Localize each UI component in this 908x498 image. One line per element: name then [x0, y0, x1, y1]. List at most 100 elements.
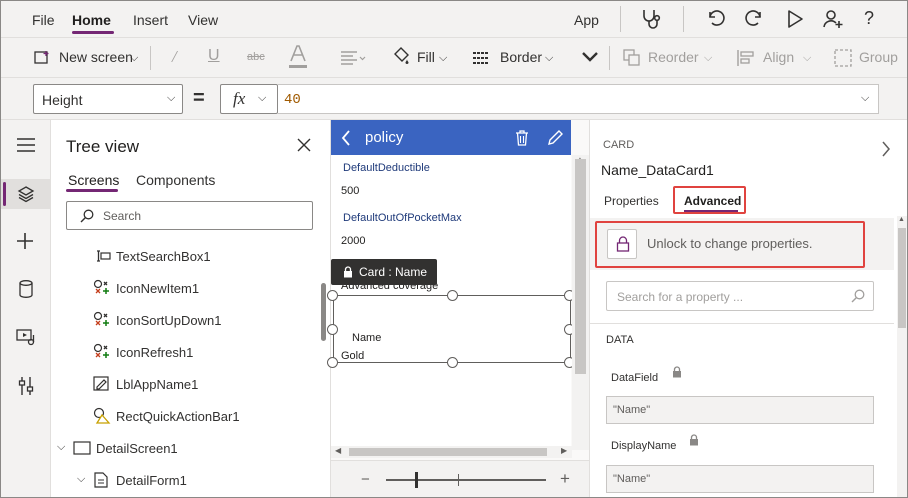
formula-input[interactable]: 40 ⌵ [278, 84, 879, 114]
field-label-defaultdeductible: DefaultDeductible [343, 162, 430, 174]
tree-item-label: DetailScreen1 [96, 441, 178, 456]
datafield-input[interactable]: "Name" [606, 396, 874, 424]
tree-item-textsearchbox1[interactable]: TextSearchBox1 [51, 246, 319, 268]
chevron-down-icon[interactable]: ⌵ [77, 473, 85, 486]
underline-icon[interactable]: U [208, 47, 220, 65]
tree-view-rail-item[interactable] [0, 179, 51, 209]
tree-item-label: LblAppName1 [116, 377, 199, 392]
icon-control-icon [93, 343, 111, 361]
resize-handle[interactable] [447, 290, 458, 301]
zoom-slider-track[interactable] [386, 479, 546, 481]
hamburger-menu-icon[interactable] [17, 138, 35, 152]
tree-search-box[interactable]: Search [66, 201, 313, 230]
resize-handle[interactable] [327, 290, 338, 301]
menu-insert[interactable]: Insert [133, 12, 168, 28]
tab-properties[interactable]: Properties [604, 194, 659, 208]
tab-screens[interactable]: Screens [68, 172, 119, 188]
resize-handle[interactable] [327, 324, 338, 335]
resize-handle[interactable] [447, 357, 458, 368]
tree-item-detailform1[interactable]: ⌵ DetailForm1 [51, 470, 319, 492]
toolbar-divider [609, 46, 610, 70]
expand-formula-chevron-icon[interactable]: ⌵ [861, 92, 869, 105]
tree-item-label: IconSortUpDown1 [116, 313, 222, 328]
canvas-horizontal-scrollbar[interactable]: ◀ ▶ [331, 446, 572, 458]
text-align-icon[interactable] [340, 50, 366, 66]
preview-play-icon[interactable] [786, 9, 804, 29]
help-icon[interactable]: ? [864, 8, 874, 29]
zoom-slider-thumb[interactable] [415, 472, 418, 488]
undo-icon[interactable] [705, 8, 725, 28]
canvas-vertical-scrollbar[interactable]: ▲ [572, 155, 589, 450]
advanced-tools-icon[interactable] [18, 376, 34, 396]
chevron-down-icon: ⌵ [167, 92, 176, 104]
align-button[interactable]: Align [763, 49, 794, 65]
app-checker-icon[interactable] [640, 8, 664, 30]
scrollbar-thumb[interactable] [898, 228, 906, 328]
tree-item-iconnewitem1[interactable]: IconNewItem1 [51, 278, 319, 300]
menu-view[interactable]: View [188, 12, 218, 28]
data-cylinder-icon[interactable] [18, 280, 34, 298]
chevron-down-icon[interactable]: ⌵ [803, 52, 811, 65]
property-search-box[interactable]: Search for a property ... [606, 281, 874, 311]
menu-app[interactable]: App [574, 12, 599, 28]
property-search-placeholder: Search for a property ... [617, 290, 744, 304]
displayname-input[interactable]: "Name" [606, 465, 874, 493]
properties-panel: CARD Name_DataCard1 Properties Advanced … [589, 120, 908, 498]
field-label-defaultoutofpocketmax: DefaultOutOfPocketMax [343, 212, 462, 224]
panel-scrollbar[interactable]: ▲ [897, 216, 907, 498]
share-user-icon[interactable] [822, 8, 844, 30]
fx-button[interactable]: fx ⌵ [220, 84, 278, 114]
border-button[interactable]: Border [500, 49, 542, 65]
back-arrow-icon[interactable] [341, 130, 351, 146]
tree-item-lblappname1[interactable]: LblAppName1 [51, 374, 319, 396]
selected-data-card[interactable]: Name Gold [333, 295, 571, 363]
scroll-up-arrow-icon[interactable]: ▲ [898, 216, 905, 223]
insert-plus-icon[interactable] [16, 232, 34, 250]
data-section-heading: DATA [606, 334, 634, 346]
fill-button[interactable]: Fill [417, 49, 435, 65]
form-icon [93, 472, 109, 488]
more-chevron-icon[interactable] [581, 51, 599, 63]
tree-item-detailscreen1[interactable]: ⌵ DetailScreen1 [51, 438, 319, 460]
fx-icon: fx [233, 89, 246, 108]
menu-home[interactable]: Home [72, 12, 111, 28]
tree-item-iconsortupdown1[interactable]: IconSortUpDown1 [51, 310, 319, 332]
chevron-down-icon[interactable]: ⌵ [704, 52, 712, 65]
group-button[interactable]: Group [859, 49, 898, 65]
new-screen-button[interactable]: New screen [59, 49, 133, 65]
chevron-down-icon[interactable]: ⌵ [57, 441, 65, 454]
scrollbar-thumb[interactable] [575, 159, 586, 374]
chevron-down-icon[interactable]: ⌵ [545, 52, 553, 65]
ribbon-toolbar: New screen ⌵ / U abc Fill ⌵ Border ⌵ Reo… [0, 38, 908, 78]
icon-control-icon [93, 311, 111, 329]
redo-icon[interactable] [745, 8, 765, 28]
strikethrough-icon[interactable]: abc [247, 51, 265, 63]
edit-pencil-icon[interactable] [547, 130, 563, 146]
chevron-down-icon[interactable]: ⌵ [439, 52, 447, 65]
media-icon[interactable] [16, 328, 36, 346]
property-dropdown[interactable]: Height ⌵ [33, 84, 183, 114]
tab-components[interactable]: Components [136, 172, 215, 188]
panel-section-type: CARD [603, 139, 635, 151]
scroll-right-arrow-icon[interactable]: ▶ [561, 446, 567, 455]
tree-scrollbar-thumb[interactable] [321, 283, 326, 341]
delete-trash-icon[interactable] [515, 130, 529, 146]
canvas-header-bar: policy [331, 120, 571, 155]
chevron-right-icon[interactable] [881, 141, 891, 157]
reorder-button[interactable]: Reorder [648, 49, 699, 65]
scroll-left-arrow-icon[interactable]: ◀ [335, 446, 341, 455]
resize-handle[interactable] [327, 357, 338, 368]
menu-file[interactable]: File [32, 12, 55, 28]
chevron-down-icon[interactable]: ⌵ [130, 52, 138, 65]
tree-item-rectquickactionbar1[interactable]: RectQuickActionBar1 [51, 406, 319, 428]
field-value-defaultdeductible: 500 [341, 185, 360, 197]
zoom-out-button[interactable]: − [361, 471, 370, 488]
tree-item-iconrefresh1[interactable]: IconRefresh1 [51, 342, 319, 364]
close-icon[interactable] [297, 138, 311, 152]
italic-icon[interactable]: / [172, 47, 177, 67]
scrollbar-thumb[interactable] [349, 448, 547, 456]
font-color-icon[interactable] [287, 44, 309, 70]
property-dropdown-value: Height [42, 92, 83, 108]
textbox-icon [93, 249, 111, 263]
zoom-in-button[interactable]: + [560, 469, 570, 489]
